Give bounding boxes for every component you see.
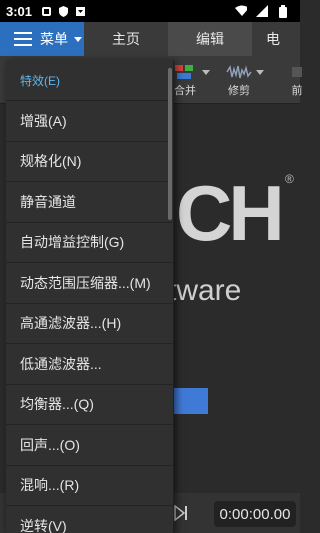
app-bar: 菜单 主页 编辑 电	[0, 22, 300, 56]
wifi-icon	[235, 5, 247, 17]
menu-item-equalizer[interactable]: 均衡器...(Q)	[6, 383, 173, 425]
menu-item-echo[interactable]: 回声...(O)	[6, 424, 173, 465]
tab-effects[interactable]: 电	[252, 22, 300, 56]
menu-label: 菜单	[40, 31, 68, 47]
menu-item-compressor[interactable]: 动态范围压缩器...(M)	[6, 262, 173, 303]
menu-item-normalize[interactable]: 规格化(N)	[6, 140, 173, 182]
download-icon	[74, 5, 86, 17]
hamburger-icon	[14, 32, 32, 46]
menu-item-reverse[interactable]: 逆转(V)	[6, 505, 173, 533]
partial-tool-icon	[284, 62, 310, 82]
menu-item-high-pass[interactable]: 高通滤波器...(H)	[6, 302, 173, 344]
menu-section-header: 特效(E)	[20, 73, 60, 88]
trim-label: 修剪	[228, 85, 250, 97]
battery-icon	[277, 4, 289, 18]
trim-waveform-icon	[226, 62, 252, 82]
status-bar: 3:01	[0, 0, 300, 22]
splash-button[interactable]	[170, 388, 208, 414]
logo-tagline: tware	[168, 274, 242, 307]
logo-letters: CH	[176, 169, 285, 257]
menu-item-enhance[interactable]: 增强(A)	[6, 100, 173, 141]
menu-scrollbar[interactable]	[168, 68, 172, 220]
caret-down-icon	[74, 36, 82, 42]
timecode-display: 0:00:00.00	[214, 501, 296, 527]
status-time: 3:01	[6, 3, 33, 19]
notification-icon	[40, 5, 52, 17]
tab-edit[interactable]: 编辑	[168, 22, 252, 56]
menu-button[interactable]: 菜单	[0, 22, 84, 56]
shield-icon	[57, 5, 69, 17]
menu-item-low-pass[interactable]: 低通滤波器...	[6, 343, 173, 384]
menu-item-auto-gain[interactable]: 自动增益控制(G)	[6, 221, 173, 263]
tab-home[interactable]: 主页	[84, 22, 168, 56]
trim-dropdown-icon[interactable]	[256, 70, 264, 75]
logo-registered-mark: ®	[285, 172, 294, 186]
effects-dropdown-menu: 特效(E) 增强(A) 规格化(N) 静音通道 自动增益控制(G) 动态范围压缩…	[6, 60, 174, 533]
trim-tool[interactable]: 修剪	[226, 62, 264, 98]
merge-tool[interactable]: 合并	[172, 62, 210, 98]
merge-label: 合并	[174, 85, 196, 97]
play-icon[interactable]	[174, 504, 188, 522]
signal-icon	[256, 5, 268, 17]
partial-tool-label: 前	[291, 85, 303, 97]
partial-tool[interactable]: 前	[284, 62, 310, 98]
menu-item-mute-channel[interactable]: 静音通道	[6, 181, 173, 222]
merge-dropdown-icon[interactable]	[202, 70, 210, 75]
menu-item-reverb[interactable]: 混响...(R)	[6, 464, 173, 506]
merge-icon	[172, 62, 198, 82]
